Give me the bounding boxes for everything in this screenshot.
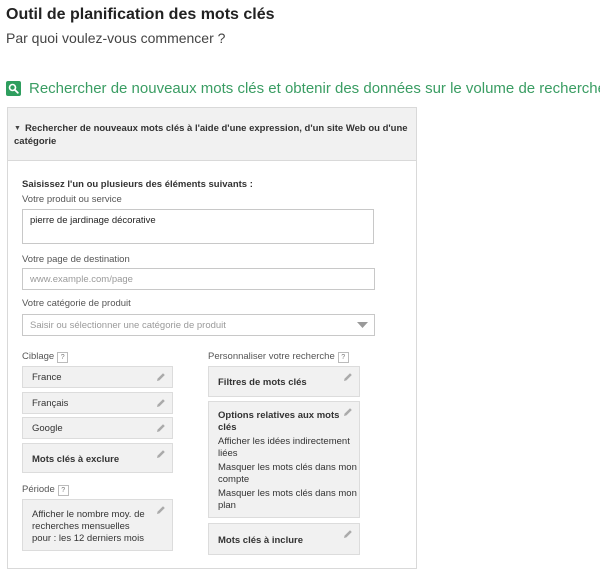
intro-label: Saisissez l'un ou plusieurs des éléments… (22, 179, 253, 190)
product-input-value: pierre de jardinage décorative (30, 215, 156, 226)
pencil-icon (344, 408, 352, 416)
pencil-icon (157, 506, 165, 514)
period-label: Période? (22, 484, 69, 496)
keyword-option-hide-plan: Masquer les mots clés dans mon plan (218, 488, 357, 511)
panel-header[interactable]: ▼ Rechercher de nouveaux mots clés à l'ai… (8, 108, 416, 161)
keyword-option-related: Afficher les idées indirectement liées (218, 436, 350, 459)
negative-keywords-label: Mots clés à exclure (32, 454, 120, 465)
caret-down-icon: ▼ (14, 125, 21, 132)
period-text: Afficher le nombre moy. de recherches me… (32, 509, 145, 544)
pencil-icon (344, 530, 352, 538)
period-card[interactable]: Afficher le nombre moy. de recherches me… (22, 499, 173, 551)
negative-keywords-card[interactable]: Mots clés à exclure (22, 443, 173, 473)
targeting-language-label: Français (32, 398, 69, 409)
landing-page-placeholder: www.example.com/page (30, 274, 133, 285)
pencil-icon (344, 373, 352, 381)
keyword-options-title: Options relatives aux mots clés (218, 410, 340, 433)
search-icon (6, 81, 21, 96)
landing-page-label: Votre page de destination (22, 254, 130, 265)
keyword-filters-label: Filtres de mots clés (218, 377, 307, 388)
include-keywords-card[interactable]: Mots clés à inclure (208, 523, 360, 555)
pencil-icon (157, 373, 165, 381)
page-subtitle: Par quoi voulez-vous commencer ? (6, 30, 226, 46)
targeting-network-label: Google (32, 423, 63, 434)
targeting-network[interactable]: Google (22, 417, 173, 439)
pencil-icon (157, 399, 165, 407)
category-label: Votre catégorie de produit (22, 298, 131, 309)
page-title: Outil de planification des mots clés (6, 6, 275, 23)
category-placeholder: Saisir ou sélectionner une catégorie de … (30, 320, 226, 331)
help-icon[interactable]: ? (57, 352, 69, 363)
section-title: Rechercher de nouveaux mots clés et obte… (29, 80, 600, 97)
product-input[interactable]: pierre de jardinage décorative (22, 209, 374, 244)
keyword-filters-card[interactable]: Filtres de mots clés (208, 366, 360, 397)
landing-page-input[interactable]: www.example.com/page (22, 268, 375, 290)
product-label: Votre produit ou service (22, 194, 122, 205)
targeting-language[interactable]: Français (22, 392, 173, 414)
panel-header-label: Rechercher de nouveaux mots clés à l'aid… (14, 123, 408, 147)
chevron-down-icon (357, 321, 368, 332)
pencil-icon (157, 424, 165, 432)
targeting-label: Ciblage? (22, 351, 69, 363)
help-icon[interactable]: ? (57, 485, 69, 496)
keyword-option-hide-account: Masquer les mots clés dans mon compte (218, 462, 357, 485)
pencil-icon (157, 450, 165, 458)
search-panel: ▼ Rechercher de nouveaux mots clés à l'ai… (7, 107, 417, 569)
targeting-location[interactable]: France (22, 366, 173, 388)
keyword-options-card[interactable]: Options relatives aux mots clés Afficher… (208, 401, 360, 518)
customize-label: Personnaliser votre recherche? (208, 351, 349, 363)
include-keywords-label: Mots clés à inclure (218, 535, 304, 546)
section-header[interactable]: Rechercher de nouveaux mots clés et obte… (6, 80, 600, 97)
targeting-location-label: France (32, 372, 62, 383)
category-select[interactable]: Saisir ou sélectionner une catégorie de … (22, 314, 375, 336)
help-icon[interactable]: ? (337, 352, 349, 363)
